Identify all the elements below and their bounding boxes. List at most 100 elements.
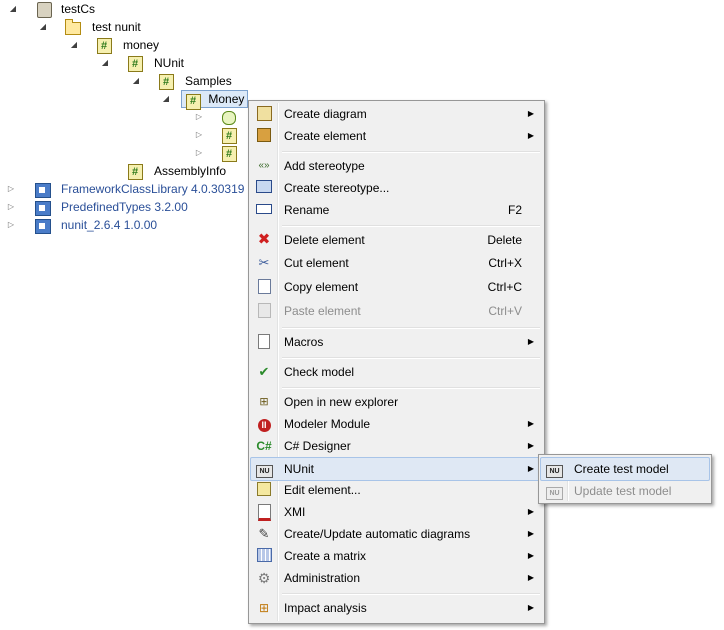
menu-item-macros[interactable]: Macros xyxy=(251,331,542,353)
collapse-arrow-icon[interactable] xyxy=(6,180,16,198)
submenu-arrow-icon xyxy=(528,545,534,567)
menu-item-create-test-model[interactable]: NU Create test model xyxy=(540,457,710,481)
menu-item-copy-element[interactable]: Copy element Ctrl+C xyxy=(251,276,542,298)
menu-item-create-diagram[interactable]: Create diagram xyxy=(251,103,542,125)
tree-item-label: PredefinedTypes 3.2.00 xyxy=(61,200,188,214)
menu-item-impact-analysis[interactable]: ⊞ Impact analysis xyxy=(251,597,542,619)
menu-separator xyxy=(282,357,540,359)
cs-file-icon xyxy=(127,55,143,73)
submenu-arrow-icon xyxy=(528,458,534,480)
menu-separator xyxy=(282,327,540,329)
edit-icon xyxy=(256,482,272,498)
menu-item-cut-element[interactable]: ✂ Cut element Ctrl+X xyxy=(251,252,542,274)
menu-item-nunit[interactable]: NU NUnit xyxy=(250,457,543,481)
submenu-arrow-icon xyxy=(528,125,534,147)
nunit-icon: NU xyxy=(546,461,563,478)
submenu-arrow-icon xyxy=(528,501,534,523)
tree-item-label: Samples xyxy=(185,74,232,88)
menu-item-paste-element[interactable]: Paste element Ctrl+V xyxy=(251,300,542,322)
menu-item-open-in-new-explorer[interactable]: ⊞ Open in new explorer xyxy=(251,391,542,413)
tree-item-label: FrameworkClassLibrary 4.0.30319 xyxy=(61,182,245,196)
shortcut-label: Ctrl+C xyxy=(487,280,522,294)
scissors-icon: ✂ xyxy=(258,255,270,270)
stereotype-icon: «» xyxy=(258,160,270,171)
expand-arrow-icon[interactable] xyxy=(38,18,48,36)
menu-item-check-model[interactable]: ✔ Check model xyxy=(251,361,542,383)
menu-item-add-stereotype[interactable]: «» Add stereotype xyxy=(251,155,542,177)
assembly-icon xyxy=(34,217,51,234)
explorer-icon: ⊞ xyxy=(259,396,269,408)
expand-arrow-icon[interactable] xyxy=(161,90,171,108)
module-icon: II xyxy=(256,416,272,432)
assembly-icon xyxy=(34,181,51,198)
menu-item-edit-element[interactable]: Edit element... xyxy=(251,479,542,501)
tree-item-label: nunit_2.6.4 1.0.00 xyxy=(61,218,158,232)
assembly-icon xyxy=(34,199,51,216)
paste-icon xyxy=(256,303,272,319)
expand-arrow-icon[interactable] xyxy=(69,36,79,54)
tree-item-label: money xyxy=(123,38,160,52)
collapse-arrow-icon[interactable] xyxy=(6,216,16,234)
copy-icon xyxy=(256,279,272,295)
macro-icon xyxy=(256,334,272,350)
shortcut-label: Ctrl+V xyxy=(488,304,522,318)
menu-item-administration[interactable]: ⚙ Administration xyxy=(251,567,542,589)
shortcut-label: F2 xyxy=(507,203,522,217)
menu-item-csharp-designer[interactable]: C# C# Designer xyxy=(251,435,542,457)
menu-item-modeler-module[interactable]: II Modeler Module xyxy=(251,413,542,435)
menu-item-automatic-diagrams[interactable]: ✎ Create/Update automatic diagrams xyxy=(251,523,542,545)
tree-item-label: NUnit xyxy=(154,56,185,70)
wand-icon: ✎ xyxy=(258,526,270,541)
collapse-arrow-icon[interactable] xyxy=(6,198,16,216)
csharp-icon: C# xyxy=(256,439,272,453)
submenu-arrow-icon xyxy=(528,435,534,457)
menu-separator xyxy=(282,387,540,389)
collapse-arrow-icon[interactable] xyxy=(194,126,204,144)
gear-icon: ⚙ xyxy=(257,570,271,586)
menu-separator xyxy=(282,593,540,595)
submenu-arrow-icon xyxy=(528,103,534,125)
menu-separator xyxy=(282,225,540,227)
expand-arrow-icon[interactable] xyxy=(8,0,18,18)
nunit-submenu: NU Create test model NU Update test mode… xyxy=(538,454,712,504)
delete-icon: ✖ xyxy=(257,231,271,248)
collapse-arrow-icon[interactable] xyxy=(194,144,204,162)
diagram-icon xyxy=(256,106,272,122)
cs-file-icon xyxy=(127,163,143,181)
cs-file-icon xyxy=(221,145,237,163)
menu-item-create-element[interactable]: Create element xyxy=(251,125,542,147)
tree-item-label: AssemblyInfo xyxy=(154,164,227,178)
expand-arrow-icon[interactable] xyxy=(131,72,141,90)
stereotype-create-icon xyxy=(256,180,272,196)
submenu-arrow-icon xyxy=(528,597,534,619)
cs-file-icon xyxy=(185,93,201,110)
submenu-arrow-icon xyxy=(528,331,534,353)
cs-file-icon xyxy=(158,73,174,91)
context-menu: Create diagram Create element «» Add ste… xyxy=(248,100,545,624)
project-icon xyxy=(36,1,52,18)
collapse-arrow-icon[interactable] xyxy=(194,108,204,126)
shortcut-label: Ctrl+X xyxy=(488,256,522,270)
submenu-arrow-icon xyxy=(528,413,534,435)
menu-item-delete-element[interactable]: ✖ Delete element Delete xyxy=(251,229,542,251)
rename-icon xyxy=(256,202,272,218)
menu-item-rename[interactable]: Rename F2 xyxy=(251,199,542,221)
class-icon xyxy=(221,109,237,125)
xmi-icon xyxy=(256,504,272,521)
menu-item-update-test-model[interactable]: NU Update test model xyxy=(541,480,709,502)
menu-item-create-stereotype[interactable]: Create stereotype... xyxy=(251,177,542,199)
tree-item-selected-label: Money xyxy=(181,90,249,110)
menu-item-xmi[interactable]: XMI xyxy=(251,501,542,523)
nunit-icon: NU xyxy=(546,483,563,500)
nunit-icon: NU xyxy=(256,461,273,478)
tree-item-label: test nunit xyxy=(92,20,141,34)
submenu-arrow-icon xyxy=(528,523,534,545)
matrix-icon xyxy=(256,548,272,564)
element-icon xyxy=(256,128,272,144)
shortcut-label: Delete xyxy=(487,233,522,247)
impact-icon: ⊞ xyxy=(258,601,270,615)
menu-item-create-matrix[interactable]: Create a matrix xyxy=(251,545,542,567)
tree-item-label: testCs xyxy=(61,2,96,16)
check-icon: ✔ xyxy=(258,364,270,379)
expand-arrow-icon[interactable] xyxy=(100,54,110,72)
